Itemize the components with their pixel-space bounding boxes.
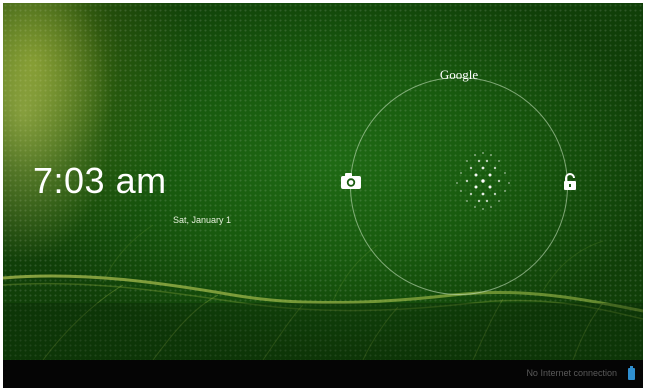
- lock-screen: 7:03 am Sat, January 1 Google No Interne…: [3, 3, 643, 388]
- clock-time: 7:03 am: [33, 160, 167, 201]
- clock-date: Sat, January 1: [173, 215, 232, 225]
- unlock-icon[interactable]: [562, 173, 578, 191]
- google-search-target[interactable]: Google: [413, 67, 505, 83]
- status-no-internet: No Internet connection: [526, 368, 617, 378]
- camera-icon[interactable]: [340, 171, 362, 191]
- wallpaper: 7:03 am Sat, January 1 Google: [3, 3, 643, 360]
- battery-icon: [628, 366, 635, 380]
- unlock-handle-icon[interactable]: [445, 143, 521, 219]
- status-bar: No Internet connection: [3, 360, 643, 388]
